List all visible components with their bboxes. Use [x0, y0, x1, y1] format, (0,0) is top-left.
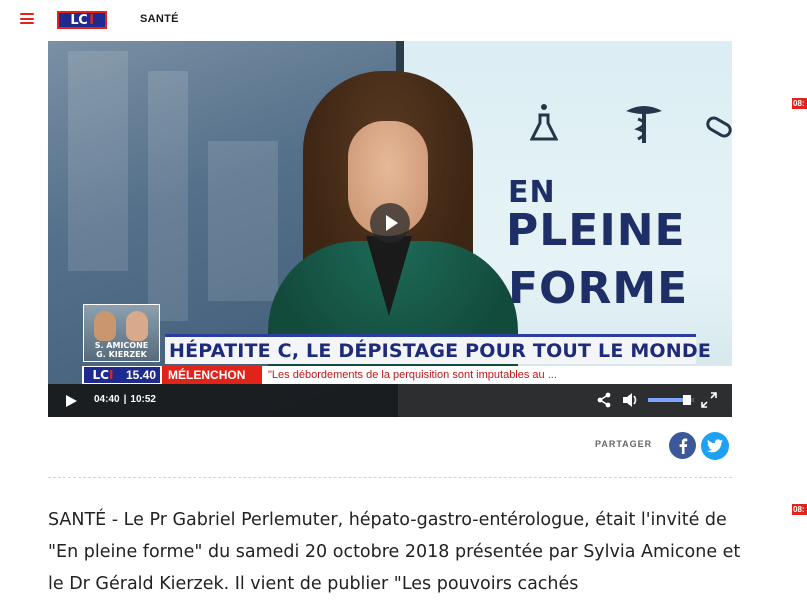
twitter-icon: [707, 439, 723, 453]
logo-text-i: I: [89, 12, 94, 28]
ticker-tag: MÉLENCHON: [162, 366, 263, 384]
time-display: 04:40 | 10:52: [94, 394, 156, 405]
section-divider: [48, 477, 732, 478]
ticker-logo: LC I: [84, 367, 122, 383]
time-separator: |: [123, 394, 127, 405]
logo-text: LC: [70, 12, 88, 28]
news-ticker: LC I 15.40 MÉLENCHON "Les débordements de…: [82, 366, 732, 384]
headline-banner: HÉPATITE C, LE DÉPISTAGE POUR TOUT LE MO…: [165, 334, 711, 364]
guest-name-2: G. KIERZEK: [96, 349, 147, 359]
current-time: 04:40: [94, 394, 120, 405]
section-title[interactable]: SANTÉ: [140, 13, 179, 25]
guest-name-1: S. AMICONE: [94, 340, 149, 350]
volume-fill: [648, 398, 688, 402]
video-controls: 04:40 | 10:52: [48, 384, 732, 417]
share-icon[interactable]: [596, 392, 612, 408]
guests-thumbnail: S. AMICONE G. KIERZEK: [83, 304, 160, 362]
ticker-text: "Les débordements de la perquisition son…: [268, 369, 557, 381]
volume-knob[interactable]: [683, 395, 692, 405]
duration: 10:52: [130, 394, 156, 405]
article-intro: SANTÉ - Le Pr Gabriel Perlemuter, hépato…: [48, 510, 741, 594]
play-overlay-button[interactable]: [370, 203, 410, 243]
twitter-share-button[interactable]: [701, 432, 729, 460]
ticker-time: 15.40: [122, 367, 161, 383]
fullscreen-icon[interactable]: [701, 392, 717, 408]
side-time-badge[interactable]: 08:: [792, 98, 807, 109]
top-bar: LC I SANTÉ: [0, 0, 807, 40]
volume-slider[interactable]: [648, 395, 694, 405]
video-player[interactable]: EN PLEINE FORME S. AMICONE G. KIERZEK HÉ…: [48, 41, 732, 417]
hamburger-menu-icon[interactable]: [20, 13, 34, 24]
caduceus-icon: [626, 106, 662, 143]
facebook-share-button[interactable]: [669, 432, 696, 459]
side-time-badge[interactable]: 08:: [792, 504, 807, 515]
share-label: PARTAGER: [595, 439, 653, 449]
headline-text: HÉPATITE C, LE DÉPISTAGE POUR TOUT LE MO…: [169, 339, 712, 362]
lci-logo[interactable]: LC I: [57, 11, 107, 29]
volume-icon[interactable]: [622, 392, 640, 408]
pill-icon: [706, 116, 732, 138]
facebook-icon: [679, 438, 687, 454]
play-button[interactable]: [65, 395, 77, 407]
